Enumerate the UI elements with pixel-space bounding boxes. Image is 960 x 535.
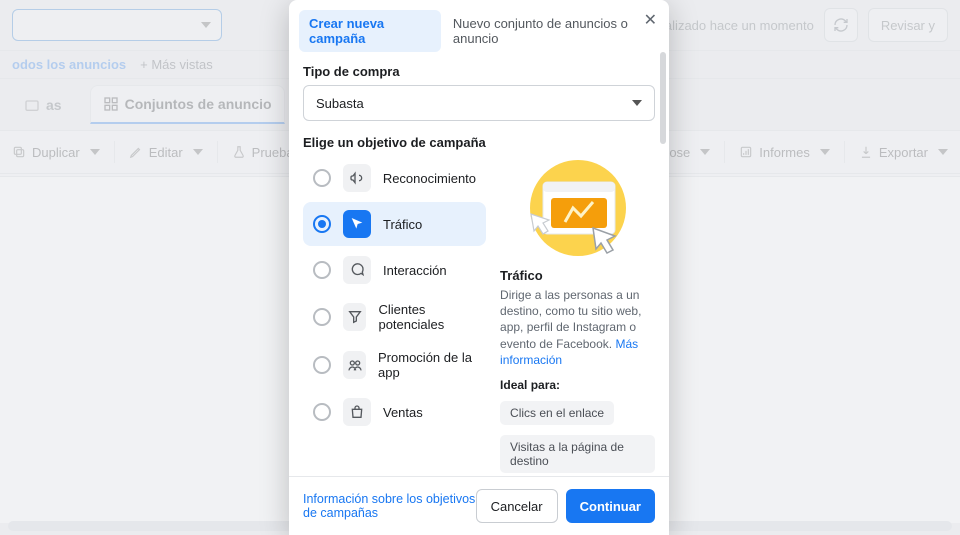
objective-traffic[interactable]: Tráfico xyxy=(303,202,486,246)
objective-label: Clientes potenciales xyxy=(378,302,476,332)
choose-objective-label: Elige un objetivo de campaña xyxy=(303,135,655,150)
chip: Clics en el enlace xyxy=(500,401,614,425)
objective-label: Ventas xyxy=(383,405,423,420)
modal-footer: Información sobre los objetivos de campa… xyxy=(289,476,669,535)
chip: Visitas a la página de destino xyxy=(500,435,655,473)
objective-label: Promoción de la app xyxy=(378,350,476,380)
objectives-info-link[interactable]: Información sobre los objetivos de campa… xyxy=(303,492,476,520)
create-campaign-modal: Crear nueva campaña Nuevo conjunto de an… xyxy=(289,0,669,535)
objective-engagement[interactable]: Interacción xyxy=(303,248,486,292)
objective-illustration xyxy=(500,156,655,260)
modal-tab-new-campaign[interactable]: Crear nueva campaña xyxy=(299,10,441,52)
radio-icon xyxy=(313,308,331,326)
app-icon xyxy=(343,351,366,379)
ideal-chips: Clics en el enlace Visitas a la página d… xyxy=(500,398,655,476)
objective-sales[interactable]: Ventas xyxy=(303,390,486,434)
radio-icon xyxy=(313,261,331,279)
modal-tab-new-adset[interactable]: Nuevo conjunto de anuncios o anuncio xyxy=(453,16,655,46)
modal-scrollbar[interactable] xyxy=(660,52,666,144)
megaphone-icon xyxy=(343,164,371,192)
modal-tabs: Crear nueva campaña Nuevo conjunto de an… xyxy=(289,0,669,60)
radio-icon xyxy=(313,356,331,374)
cursor-icon xyxy=(343,210,371,238)
ideal-for-label: Ideal para: xyxy=(500,378,655,392)
cancel-button[interactable]: Cancelar xyxy=(476,489,558,523)
objective-list: Reconocimiento Tráfico Interacción xyxy=(303,156,486,434)
buying-type-value: Subasta xyxy=(316,96,364,111)
objective-awareness[interactable]: Reconocimiento xyxy=(303,156,486,200)
objective-desc-title: Tráfico xyxy=(500,268,655,283)
objective-desc: Dirige a las personas a un destino, como… xyxy=(500,287,655,368)
objective-app-promo[interactable]: Promoción de la app xyxy=(303,342,486,388)
objective-leads[interactable]: Clientes potenciales xyxy=(303,294,486,340)
objective-label: Interacción xyxy=(383,263,447,278)
funnel-icon xyxy=(343,303,366,331)
bag-icon xyxy=(343,398,371,426)
buying-type-label: Tipo de compra xyxy=(303,64,655,79)
radio-icon xyxy=(313,169,331,187)
radio-icon xyxy=(313,403,331,421)
chevron-down-icon xyxy=(632,100,642,106)
buying-type-select[interactable]: Subasta xyxy=(303,85,655,121)
objective-label: Tráfico xyxy=(383,217,422,232)
close-icon[interactable]: ✕ xyxy=(644,10,657,30)
chat-icon xyxy=(343,256,371,284)
continue-button[interactable]: Continuar xyxy=(566,489,655,523)
radio-icon xyxy=(313,215,331,233)
objective-label: Reconocimiento xyxy=(383,171,476,186)
